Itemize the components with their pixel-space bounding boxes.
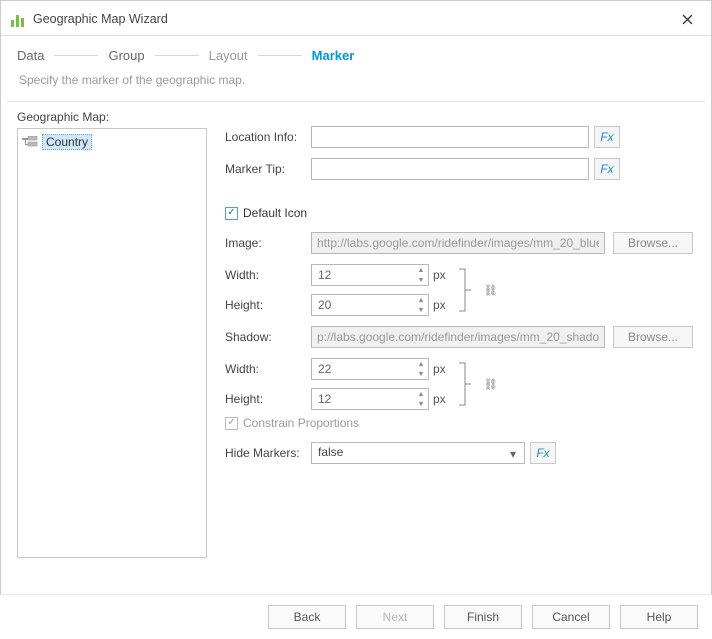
- location-info-fx-button[interactable]: Fx: [594, 126, 620, 148]
- hide-markers-value: false: [318, 445, 343, 459]
- spinner-up[interactable]: ▲: [414, 265, 428, 275]
- image-width-input[interactable]: [311, 264, 429, 286]
- image-height-input[interactable]: [311, 294, 429, 316]
- spinner-up[interactable]: ▲: [414, 359, 428, 369]
- tree-item-label: Country: [42, 134, 92, 150]
- spinner-down[interactable]: ▼: [414, 305, 428, 315]
- shadow-width-input[interactable]: [311, 358, 429, 380]
- step-data[interactable]: Data: [17, 48, 44, 63]
- tree-label: Geographic Map:: [17, 110, 207, 124]
- unit-label: px: [433, 392, 446, 406]
- hide-markers-fx-button[interactable]: Fx: [530, 442, 556, 464]
- wizard-footer: Back Next Finish Cancel Help: [0, 594, 712, 639]
- step-group[interactable]: Group: [108, 48, 144, 63]
- tree-node-icon: [22, 136, 38, 148]
- image-label: Image:: [225, 236, 311, 250]
- wizard-subtitle: Specify the marker of the geographic map…: [1, 67, 711, 101]
- default-icon-checkbox[interactable]: [225, 207, 238, 220]
- image-input[interactable]: [311, 232, 605, 254]
- image-height-label: Height:: [225, 298, 311, 312]
- default-icon-label: Default Icon: [243, 206, 307, 220]
- image-browse-button[interactable]: Browse...: [613, 232, 693, 254]
- spinner-up[interactable]: ▲: [414, 389, 428, 399]
- constrain-proportions-checkbox: [225, 417, 238, 430]
- chain-icon: ⛓: [484, 378, 498, 391]
- shadow-width-label: Width:: [225, 362, 311, 376]
- hide-markers-select[interactable]: false ▾: [311, 442, 525, 464]
- finish-button[interactable]: Finish: [444, 605, 522, 629]
- app-icon: [11, 11, 27, 27]
- marker-tip-fx-button[interactable]: Fx: [594, 158, 620, 180]
- shadow-input[interactable]: [311, 326, 605, 348]
- unit-label: px: [433, 362, 446, 376]
- close-icon: [682, 14, 693, 25]
- shadow-height-label: Height:: [225, 392, 311, 406]
- shadow-height-input[interactable]: [311, 388, 429, 410]
- marker-tip-label: Marker Tip:: [225, 162, 311, 176]
- proportions-link-icon: [456, 358, 474, 410]
- step-marker[interactable]: Marker: [312, 48, 355, 63]
- next-button: Next: [356, 605, 434, 629]
- marker-tip-input[interactable]: [311, 158, 589, 180]
- chevron-down-icon: ▾: [506, 447, 520, 461]
- unit-label: px: [433, 268, 446, 282]
- shadow-label: Shadow:: [225, 330, 311, 344]
- proportions-link-icon: [456, 264, 474, 316]
- back-button[interactable]: Back: [268, 605, 346, 629]
- hide-markers-label: Hide Markers:: [225, 446, 311, 460]
- unit-label: px: [433, 298, 446, 312]
- spinner-up[interactable]: ▲: [414, 295, 428, 305]
- help-button[interactable]: Help: [620, 605, 698, 629]
- image-width-label: Width:: [225, 268, 311, 282]
- location-info-label: Location Info:: [225, 130, 311, 144]
- constrain-proportions-label: Constrain Proportions: [243, 416, 359, 430]
- shadow-browse-button[interactable]: Browse...: [613, 326, 693, 348]
- geographic-map-tree[interactable]: Country: [17, 128, 207, 558]
- chain-icon: ⛓: [484, 284, 498, 297]
- spinner-down[interactable]: ▼: [414, 275, 428, 285]
- location-info-input[interactable]: [311, 126, 589, 148]
- spinner-down[interactable]: ▼: [414, 369, 428, 379]
- cancel-button[interactable]: Cancel: [532, 605, 610, 629]
- close-button[interactable]: [673, 9, 701, 29]
- step-layout[interactable]: Layout: [209, 48, 248, 63]
- tree-item-country[interactable]: Country: [20, 133, 204, 151]
- window-title: Geographic Map Wizard: [33, 12, 673, 26]
- spinner-down[interactable]: ▼: [414, 399, 428, 409]
- wizard-steps: Data Group Layout Marker: [1, 36, 711, 67]
